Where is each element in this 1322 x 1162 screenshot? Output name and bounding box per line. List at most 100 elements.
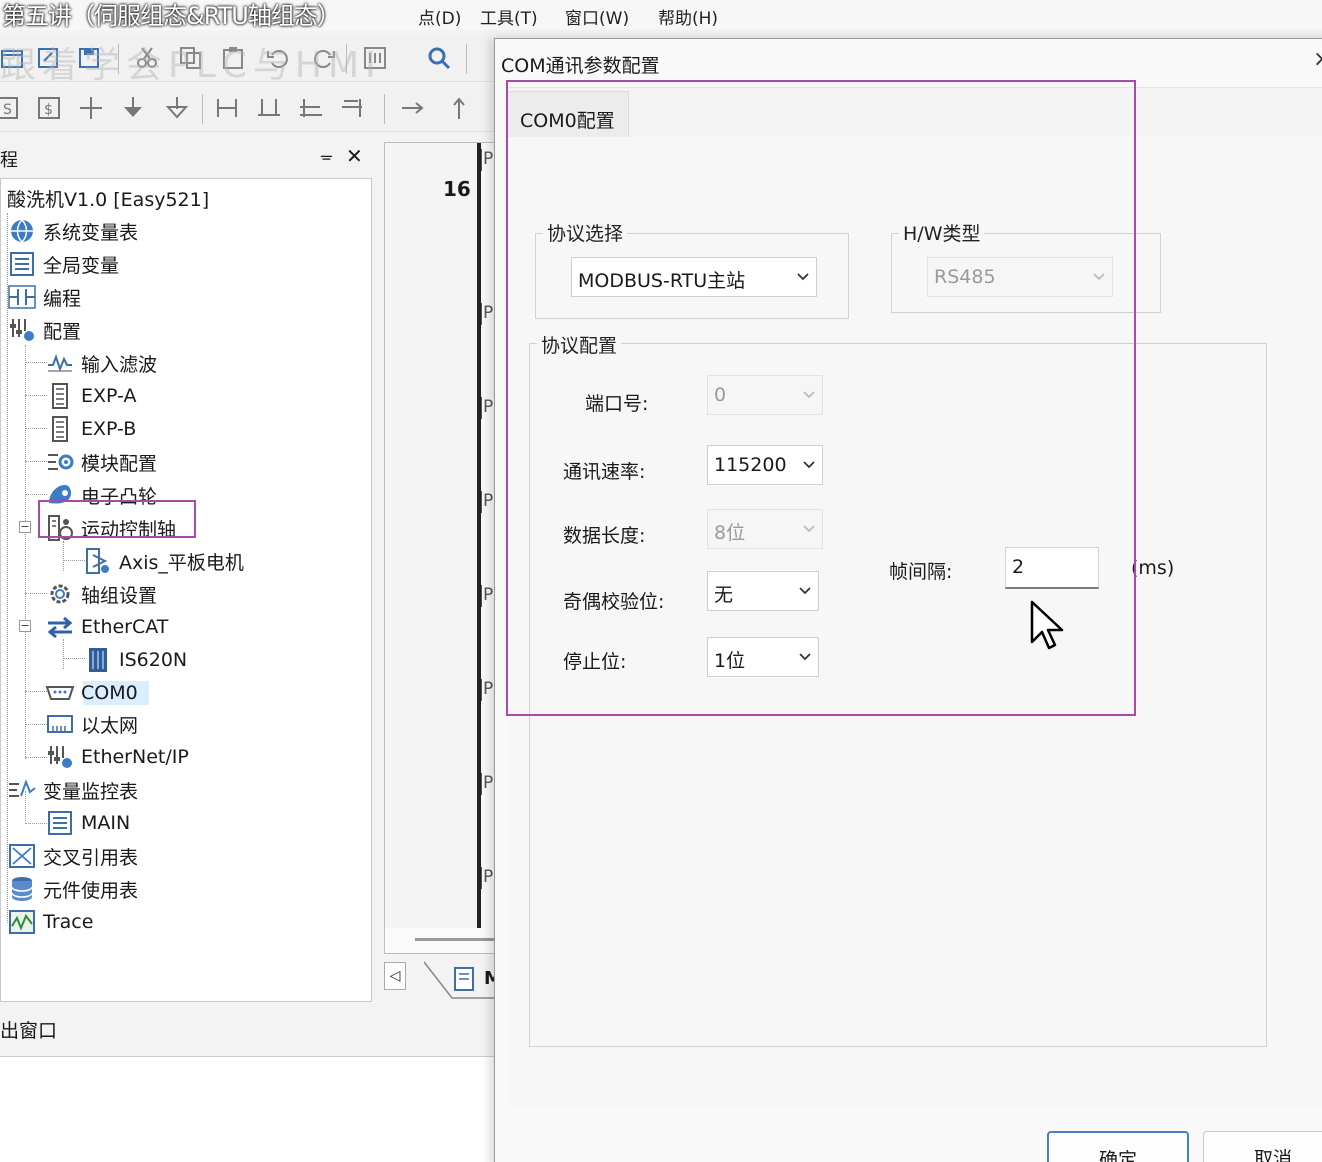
axis-item-icon <box>86 548 109 574</box>
branch-up-icon[interactable] <box>164 95 190 121</box>
delete-row-icon[interactable] <box>340 95 366 121</box>
ok-button[interactable]: 确定 <box>1047 1131 1189 1162</box>
project-panel-header: 程 ᚚ ✕ <box>0 142 374 172</box>
tree-item-module-config[interactable]: 模块配置 <box>45 447 157 477</box>
tree-item-label: Axis_平板电机 <box>119 551 244 574</box>
tree-item-label: EXP-A <box>81 385 137 407</box>
ladder-editor: 16 P P P P P P P P <box>384 142 499 954</box>
tab-scroll-left-icon[interactable]: ◁ <box>384 962 406 990</box>
tree-item-label: 交叉引用表 <box>43 846 139 869</box>
reset-coil-icon[interactable]: $ <box>36 95 62 121</box>
program-file-icon <box>454 967 474 991</box>
module-icon <box>52 383 68 409</box>
config-icon <box>10 319 34 341</box>
insert-row-icon[interactable] <box>298 95 324 121</box>
tree-item-label: 以太网 <box>81 714 139 737</box>
tree-item-label: 编程 <box>43 287 82 310</box>
module-icon <box>52 416 68 442</box>
tree-item-exp-a[interactable]: EXP-A <box>45 381 137 411</box>
menu-debug[interactable]: 点(D) <box>418 4 461 29</box>
tree-item-cross-reference[interactable]: 交叉引用表 <box>7 841 138 871</box>
tree-item-variable-monitor[interactable]: 变量监控表 <box>7 775 138 805</box>
tree-item-element-usage[interactable]: 元件使用表 <box>7 874 138 904</box>
tree-item-label: 输入滤波 <box>81 353 158 376</box>
tree-item-com0[interactable]: COM0 <box>45 678 138 708</box>
tree-item-label: 配置 <box>43 320 82 343</box>
series-icon[interactable] <box>256 95 282 121</box>
config-icon <box>48 746 72 768</box>
tree-item-programming[interactable]: 编程 <box>7 282 81 312</box>
screen: 点(D) 工具(T) 窗口(W) 帮助(H) 第五讲（伺服组态&RTU轴组态） … <box>0 0 1322 1162</box>
tree-item-label: EtherNet/IP <box>81 746 189 768</box>
module-config-icon <box>48 454 74 470</box>
tree-item-ethercat[interactable]: EtherCAT <box>45 612 168 642</box>
tree-item-main[interactable]: MAIN <box>45 808 130 838</box>
tree-item-is620n[interactable]: IS620N <box>83 645 187 675</box>
output-panel <box>0 1056 496 1162</box>
gear-icon <box>50 584 70 604</box>
tree-item-system-variables[interactable]: 系统变量表 <box>7 216 138 246</box>
hline-icon[interactable] <box>400 95 426 121</box>
project-panel-title: 程 <box>0 150 18 171</box>
servo-drive-icon <box>89 648 107 672</box>
tree-item-ethernet-ip[interactable]: EtherNet/IP <box>45 742 189 772</box>
search-icon[interactable] <box>426 45 452 71</box>
tree-item-ethernet[interactable]: 以太网 <box>45 709 138 739</box>
database-icon <box>11 877 33 901</box>
menu-tools[interactable]: 工具(T) <box>480 4 538 29</box>
svg-text:S: S <box>3 102 12 118</box>
dialog-title: COM通讯参数配置 <box>501 55 660 77</box>
tree-item-axis-flat-motor[interactable]: Axis_平板电机 <box>83 546 244 576</box>
collapse-icon[interactable]: − <box>19 620 31 632</box>
tree-item-global-variables[interactable]: 全局变量 <box>7 249 119 279</box>
tree-item-exp-b[interactable]: EXP-B <box>45 414 136 444</box>
tree-item-label: 变量监控表 <box>43 780 139 803</box>
ladder-icon <box>8 285 36 309</box>
tree-item-axis-group[interactable]: 轴组设置 <box>45 579 157 609</box>
close-panel-icon[interactable]: ✕ <box>346 144 363 168</box>
com0-annotation-box <box>38 500 196 538</box>
tree-item-trace[interactable]: Trace <box>7 907 93 937</box>
ethernet-icon <box>47 715 73 733</box>
svg-text:$: $ <box>44 102 53 118</box>
line-number: 16 <box>443 177 471 201</box>
tree-item-label: MAIN <box>81 812 131 834</box>
trace-icon <box>9 910 35 934</box>
menu-help[interactable]: 帮助(H) <box>658 4 718 29</box>
dialog-close-button[interactable]: × <box>1313 47 1322 72</box>
serial-port-icon <box>45 686 75 700</box>
vline-icon[interactable] <box>446 95 472 121</box>
tree-item-project-root[interactable]: 酸洗机V1.0 [Easy521] <box>7 183 209 213</box>
table-icon <box>48 811 72 835</box>
ladder-toolbar: S $ <box>0 86 496 132</box>
tree-item-label: COM0 <box>81 682 138 704</box>
frame-interval-unit: (ms) <box>1131 557 1175 579</box>
tree-item-label: IS620N <box>119 649 188 671</box>
tree-item-configuration[interactable]: 配置 <box>7 315 81 345</box>
cancel-button[interactable]: 取消 <box>1203 1131 1322 1162</box>
set-coil-icon[interactable]: S <box>0 95 20 121</box>
menu-window[interactable]: 窗口(W) <box>565 4 629 29</box>
parallel-icon[interactable] <box>214 95 240 121</box>
contact-icon[interactable] <box>78 95 104 121</box>
filter-wave-icon <box>48 354 72 372</box>
monitor-icon <box>9 779 36 797</box>
globe-icon <box>11 219 33 243</box>
editor-tab-strip: ◁ M <box>384 958 502 999</box>
tree-item-input-filter[interactable]: 输入滤波 <box>45 348 157 378</box>
tree-item-label: EtherCAT <box>81 616 169 638</box>
mouse-cursor-icon <box>1030 600 1064 650</box>
pin-icon[interactable]: ᚚ <box>321 146 332 165</box>
branch-down-icon[interactable] <box>120 95 146 121</box>
tree-item-label: 系统变量表 <box>43 221 139 244</box>
tree-item-label: EXP-B <box>81 418 137 440</box>
watermark: 跟着学会PLC与HMI <box>0 45 382 86</box>
collapse-icon[interactable]: − <box>19 521 31 533</box>
tree-item-label: 酸洗机V1.0 [Easy521] <box>7 188 210 211</box>
horizontal-scrollbar[interactable] <box>415 938 499 941</box>
output-panel-title: 出窗口 <box>0 1020 58 1042</box>
tree-item-label: Trace <box>43 911 94 933</box>
cross-ref-icon <box>9 844 35 868</box>
ethercat-icon <box>47 616 73 639</box>
table-icon <box>10 252 34 276</box>
